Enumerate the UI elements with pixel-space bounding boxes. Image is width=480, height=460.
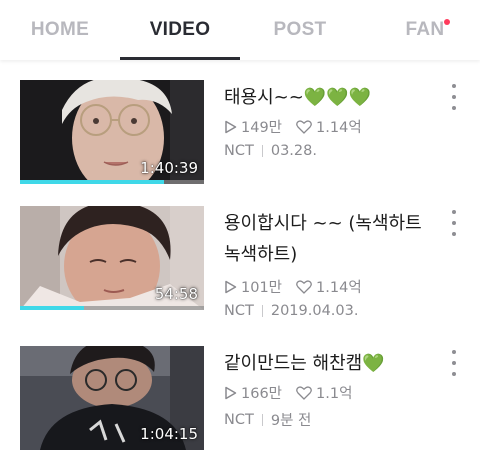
upload-date: 2019.04.03. [270, 303, 359, 319]
like-count: 1.1억 [316, 386, 353, 402]
meta-divider [261, 413, 263, 426]
video-list-item[interactable]: 54:58 용이합시다 ~~ (녹색하트 녹색하트) 101만 1.14억 NC… [0, 206, 480, 326]
video-stats: 166만 1.1억 [224, 382, 352, 403]
more-options-button[interactable] [446, 210, 462, 236]
more-options-button[interactable] [446, 84, 462, 110]
play-outline-icon [224, 386, 237, 400]
view-count: 149만 [241, 120, 283, 136]
view-count: 166만 [241, 386, 283, 402]
video-meta: NCT 03.28. [224, 143, 317, 159]
tab-fan[interactable]: FAN [380, 0, 470, 60]
like-count: 1.14억 [316, 280, 362, 296]
play-outline-icon [224, 280, 237, 294]
tab-post[interactable]: POST [250, 0, 350, 60]
watch-progress-fill [20, 180, 164, 184]
video-title[interactable]: 용이합시다 ~~ (녹색하트 녹색하트) [224, 208, 442, 270]
video-title[interactable]: 같이만드는 해찬캠💚 [224, 348, 442, 379]
heart-outline-icon [296, 385, 312, 400]
video-stats: 101만 1.14억 [224, 276, 362, 297]
tab-bar: HOME VIDEO POST FAN [0, 0, 480, 60]
channel-name[interactable]: NCT [224, 143, 254, 159]
watch-progress-track [20, 306, 204, 310]
video-title[interactable]: 태용시~~💚💚💚 [224, 82, 442, 113]
video-duration: 54:58 [154, 285, 198, 303]
more-options-button[interactable] [446, 350, 462, 376]
video-list-item[interactable]: 1:04:15 같이만드는 해찬캠💚 166만 1.1억 NCT 9분 전 [0, 346, 480, 460]
tab-fan-label: FAN [405, 19, 445, 40]
meta-divider [261, 305, 263, 317]
more-vertical-icon [452, 210, 456, 214]
tab-post-label: POST [273, 19, 327, 40]
video-meta: NCT 2019.04.03. [224, 303, 358, 319]
channel-name[interactable]: NCT [224, 412, 254, 428]
upload-date: 03.28. [270, 143, 317, 159]
tab-home-label: HOME [30, 19, 90, 40]
watch-progress-track [20, 180, 204, 184]
video-stats: 149만 1.14억 [224, 116, 362, 137]
new-badge-dot [444, 19, 450, 25]
more-vertical-icon [452, 84, 456, 88]
watch-progress-fill [20, 306, 85, 310]
video-duration: 1:04:15 [140, 425, 198, 443]
video-thumbnail[interactable]: 1:40:39 [20, 80, 204, 184]
heart-outline-icon [296, 279, 312, 294]
meta-divider [261, 145, 263, 157]
heart-outline-icon [296, 119, 312, 134]
view-count: 101만 [241, 280, 283, 296]
tab-home[interactable]: HOME [10, 0, 110, 60]
video-thumbnail[interactable]: 1:04:15 [20, 346, 204, 450]
video-meta: NCT 9분 전 [224, 409, 311, 430]
channel-name[interactable]: NCT [224, 303, 254, 319]
upload-date: 9분 전 [270, 413, 312, 429]
video-thumbnail[interactable]: 54:58 [20, 206, 204, 310]
play-outline-icon [224, 120, 237, 134]
active-tab-indicator [120, 57, 240, 60]
like-count: 1.14억 [316, 120, 362, 136]
video-list-item[interactable]: 1:40:39 태용시~~💚💚💚 149만 1.14억 NCT 03.28. [0, 80, 480, 200]
more-vertical-icon [452, 350, 456, 354]
tab-video[interactable]: VIDEO [120, 0, 240, 60]
tab-video-label: VIDEO [149, 19, 211, 40]
video-duration: 1:40:39 [140, 159, 198, 177]
